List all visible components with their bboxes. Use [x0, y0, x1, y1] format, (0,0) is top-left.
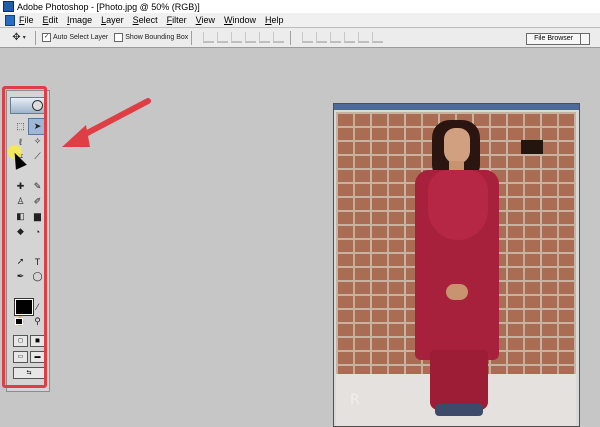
- auto-select-layer-checkbox[interactable]: ✓: [42, 33, 51, 42]
- menu-file[interactable]: File: [19, 15, 34, 25]
- window-titlebar: Adobe Photoshop - [Photo.jpg @ 50% (RGB)…: [0, 0, 600, 13]
- wall-hole: [521, 140, 543, 154]
- move-tool-icon: ✥: [12, 32, 21, 43]
- show-bounding-box-option[interactable]: Show Bounding Box: [114, 33, 188, 42]
- auto-select-layer-option[interactable]: ✓ Auto Select Layer: [42, 33, 108, 42]
- chevron-down-icon: ▾: [22, 35, 26, 41]
- align-buttons: [203, 32, 287, 43]
- highlight-frame: [2, 86, 47, 388]
- distribute-bottom-icon[interactable]: [330, 32, 342, 43]
- align-bottom-icon[interactable]: [231, 32, 243, 43]
- divider: [35, 30, 36, 45]
- photoshop-logo-icon: [3, 1, 14, 12]
- person-face: [444, 128, 470, 164]
- menu-edit[interactable]: Edit: [43, 15, 59, 25]
- menu-image[interactable]: Image: [67, 15, 92, 25]
- menu-window[interactable]: Window: [224, 15, 256, 25]
- menu-layer[interactable]: Layer: [101, 15, 124, 25]
- palette-well: File Browser: [526, 32, 590, 45]
- menu-view[interactable]: View: [196, 15, 215, 25]
- person-hands: [446, 284, 468, 300]
- align-right-icon[interactable]: [273, 32, 285, 43]
- document-icon[interactable]: [5, 14, 15, 26]
- document-window[interactable]: R: [333, 103, 580, 427]
- show-bounding-box-checkbox[interactable]: [114, 33, 124, 42]
- distribute-center-icon[interactable]: [358, 32, 370, 43]
- photo-canvas[interactable]: R: [336, 112, 576, 426]
- watermark: R: [350, 392, 360, 408]
- menu-select[interactable]: Select: [133, 15, 158, 25]
- tool-preset-picker[interactable]: ✥ ▾: [6, 30, 32, 45]
- person-shoes: [435, 404, 483, 416]
- palette-tab-stub[interactable]: [581, 32, 590, 45]
- menu-bar: File Edit Image Layer Select Filter View…: [0, 13, 600, 28]
- annotation-arrow-icon: [62, 98, 151, 147]
- document-titlebar[interactable]: [334, 104, 579, 110]
- show-bounding-box-label: Show Bounding Box: [125, 34, 189, 41]
- divider: [191, 30, 193, 45]
- menu-help[interactable]: Help: [265, 15, 284, 25]
- align-top-icon[interactable]: [203, 32, 215, 43]
- file-browser-tab[interactable]: File Browser: [526, 32, 581, 45]
- distribute-top-icon[interactable]: [302, 32, 314, 43]
- align-middle-icon[interactable]: [217, 32, 229, 43]
- distribute-right-icon[interactable]: [372, 32, 384, 43]
- person-scarf: [428, 170, 488, 240]
- person-trousers: [430, 350, 488, 410]
- distribute-buttons: [302, 32, 386, 43]
- distribute-left-icon[interactable]: [344, 32, 356, 43]
- menu-filter[interactable]: Filter: [167, 15, 187, 25]
- distribute-middle-icon[interactable]: [316, 32, 328, 43]
- window-title: Adobe Photoshop - [Photo.jpg @ 50% (RGB)…: [17, 1, 200, 12]
- divider: [290, 30, 292, 45]
- align-left-icon[interactable]: [245, 32, 257, 43]
- auto-select-layer-label: Auto Select Layer: [53, 34, 109, 41]
- options-bar: ✥ ▾ ✓ Auto Select Layer Show Bounding Bo…: [0, 28, 600, 48]
- align-center-icon[interactable]: [259, 32, 271, 43]
